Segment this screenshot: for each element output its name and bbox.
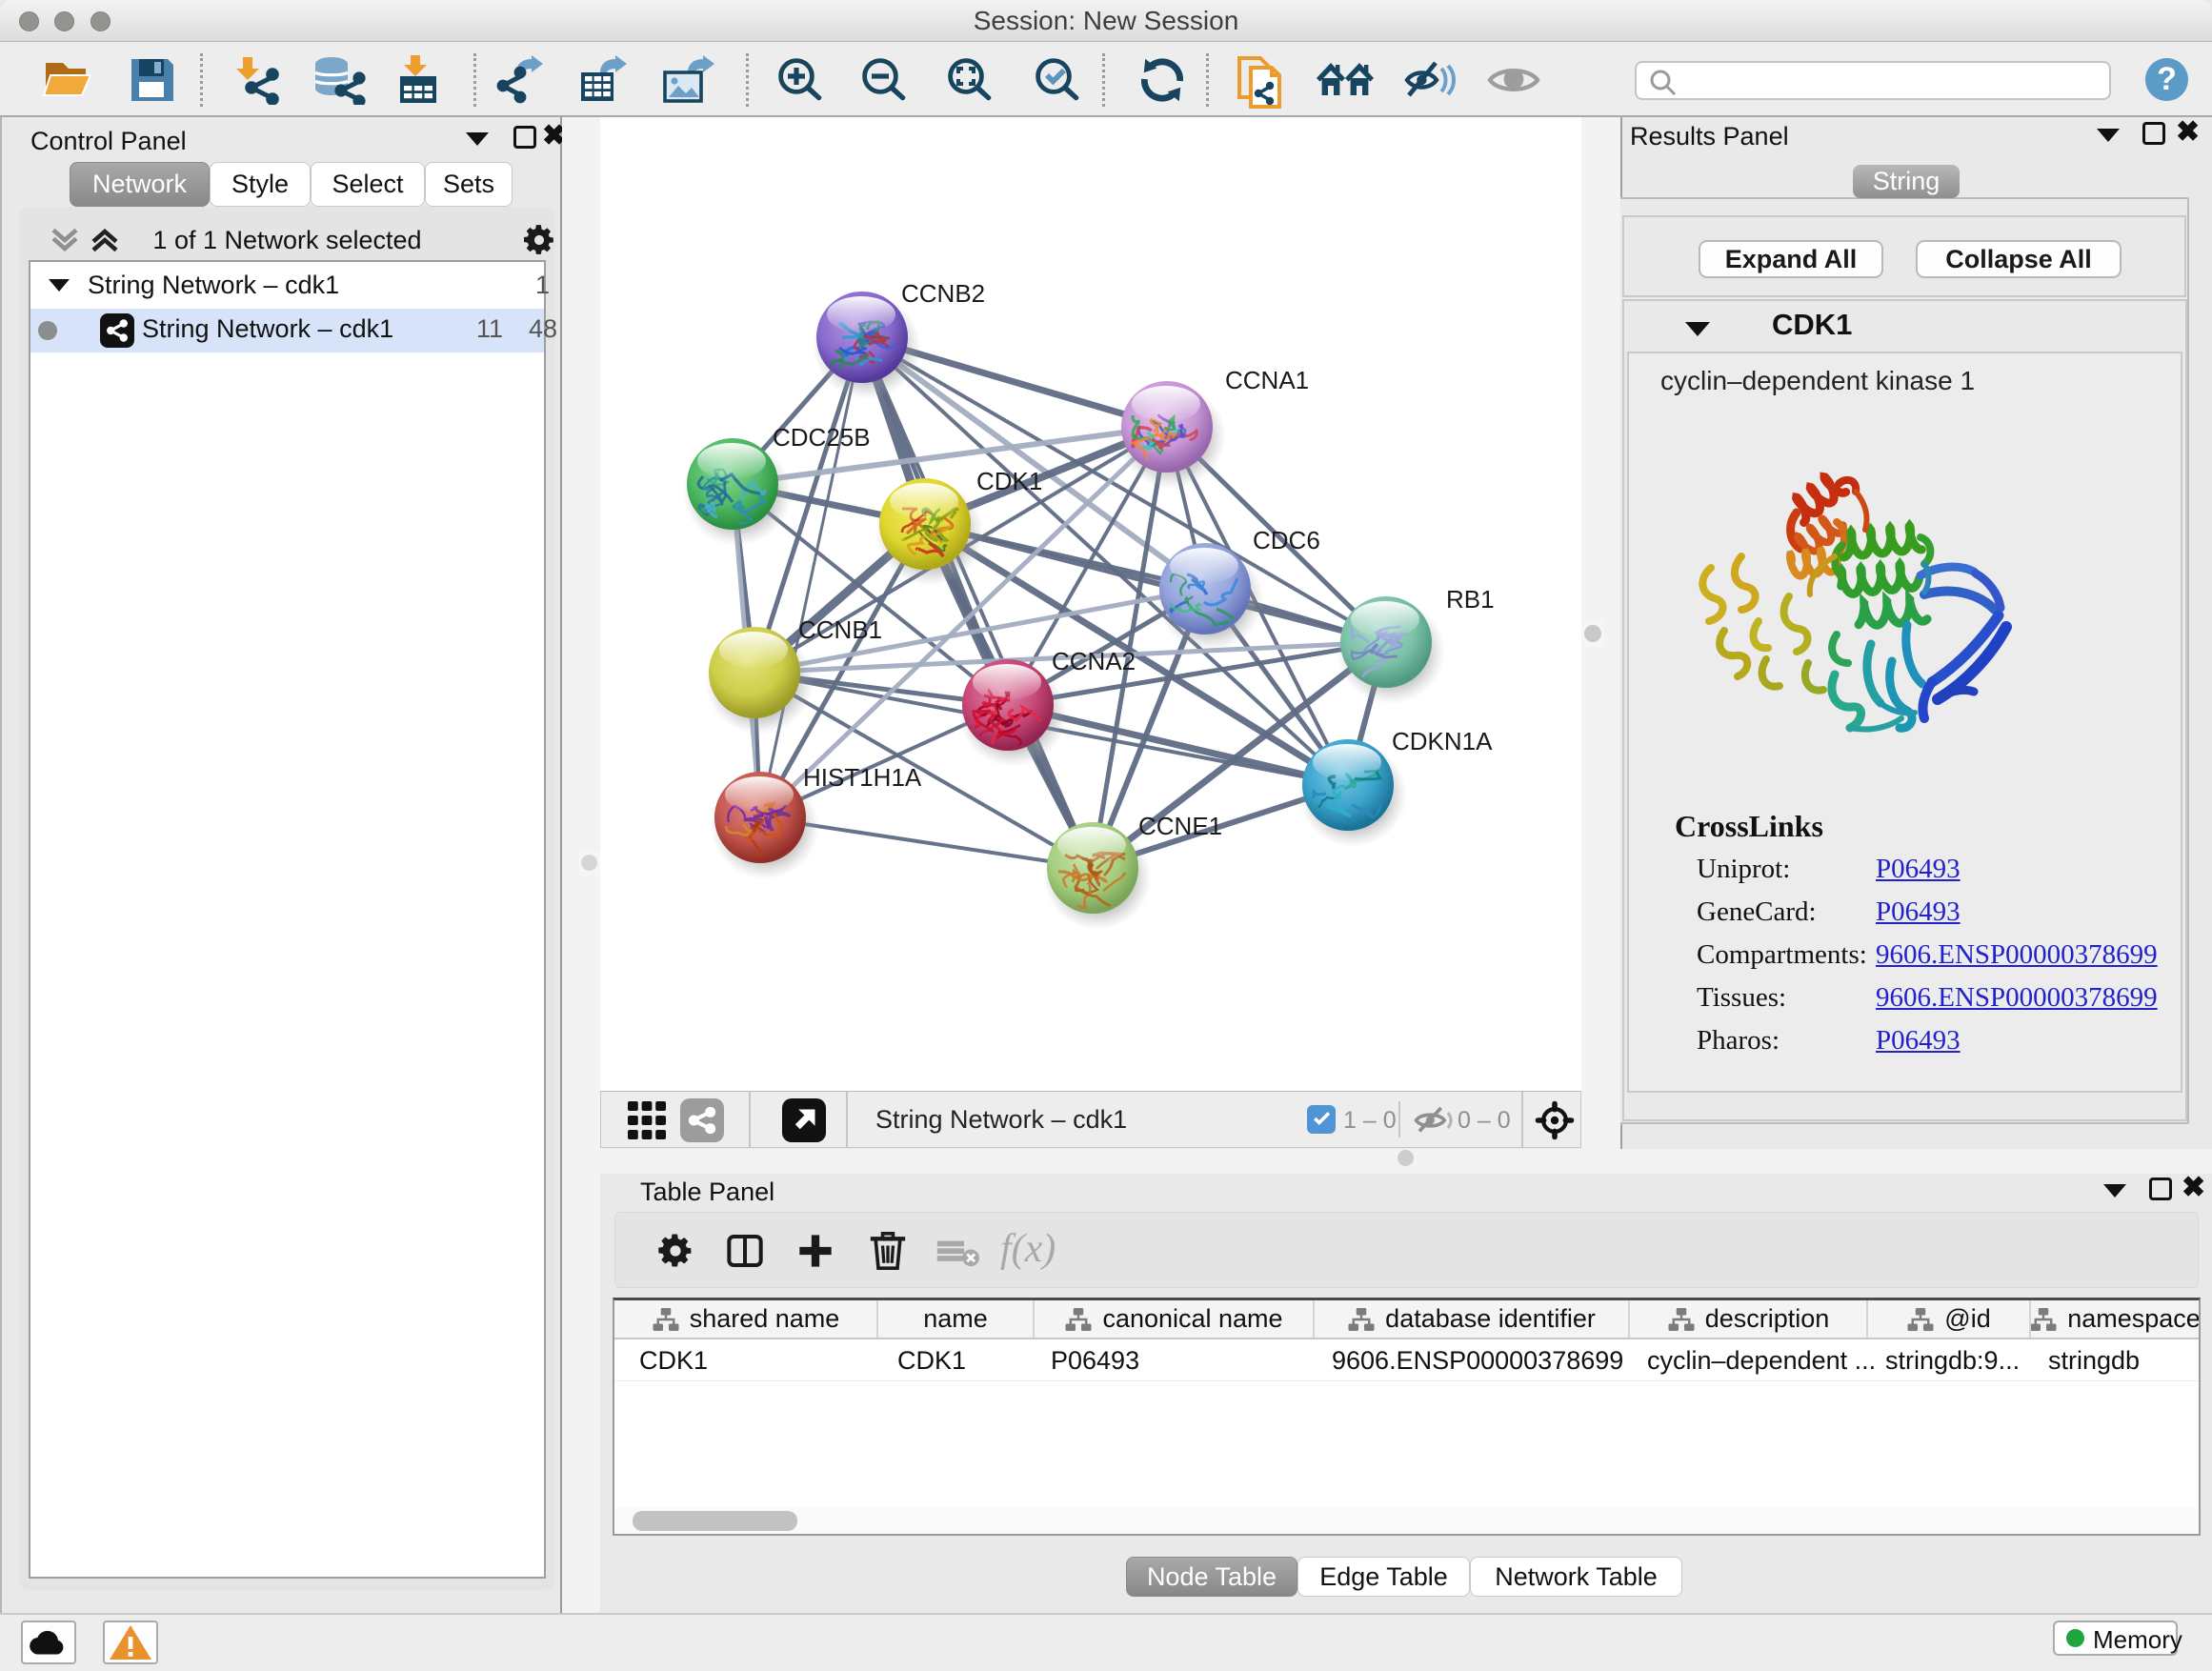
svg-text:CDKN1A: CDKN1A	[1392, 727, 1493, 755]
svg-text:CCNB2: CCNB2	[901, 279, 985, 308]
svg-text:CDK1: CDK1	[976, 467, 1042, 495]
svg-text:RB1: RB1	[1446, 585, 1495, 614]
svg-text:CCNB1: CCNB1	[798, 615, 882, 644]
svg-text:CDC25B: CDC25B	[773, 423, 871, 452]
svg-text:CCNE1: CCNE1	[1138, 812, 1222, 840]
svg-text:HIST1H1A: HIST1H1A	[803, 763, 922, 792]
svg-text:CCNA1: CCNA1	[1225, 366, 1309, 394]
svg-text:CCNA2: CCNA2	[1052, 647, 1136, 675]
svg-text:CDC6: CDC6	[1253, 526, 1320, 554]
